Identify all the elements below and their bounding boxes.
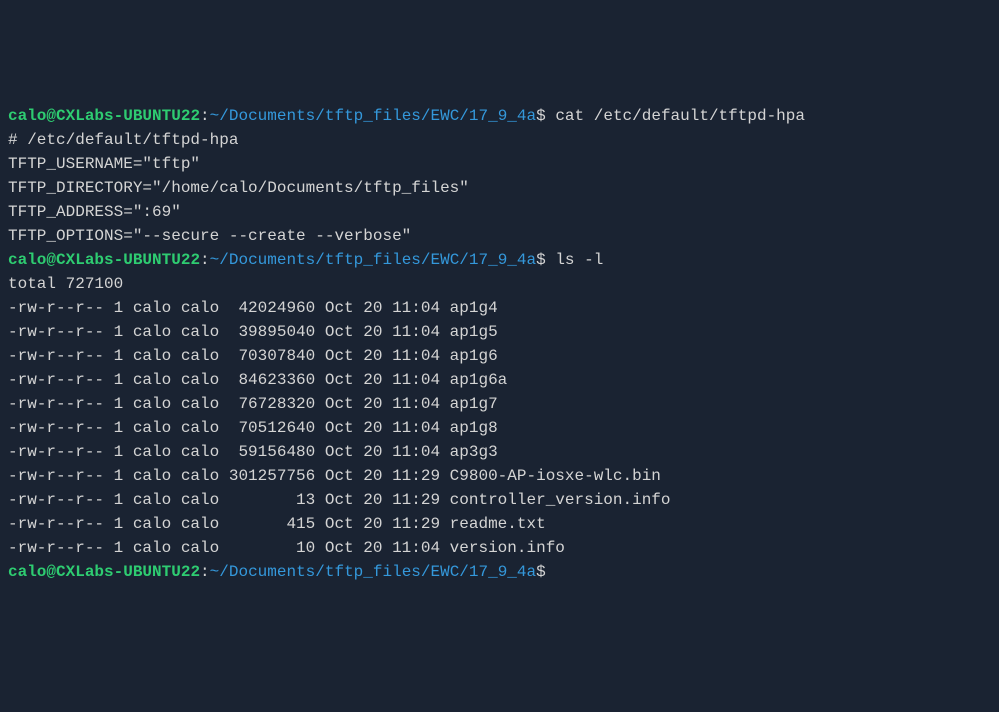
command-line-cat: calo@CXLabs-UBUNTU22:~/Documents/tftp_fi… [8,104,991,128]
prompt-dollar: $ [536,563,546,581]
prompt-at: @ [46,107,56,125]
cat-output-comment: # /etc/default/tftpd-hpa [8,128,991,152]
prompt-user: calo [8,107,46,125]
prompt-at: @ [46,251,56,269]
ls-row: -rw-r--r-- 1 calo calo 70307840 Oct 20 1… [8,344,991,368]
cat-output-directory: TFTP_DIRECTORY="/home/calo/Documents/tft… [8,176,991,200]
cat-output-address: TFTP_ADDRESS=":69" [8,200,991,224]
prompt-user: calo [8,563,46,581]
terminal-output[interactable]: calo@CXLabs-UBUNTU22:~/Documents/tftp_fi… [8,104,991,584]
prompt-path: ~/Documents/tftp_files/EWC/17_9_4a [210,251,536,269]
ls-row: -rw-r--r-- 1 calo calo 10 Oct 20 11:04 v… [8,536,991,560]
ls-row: -rw-r--r-- 1 calo calo 70512640 Oct 20 1… [8,416,991,440]
ls-row: -rw-r--r-- 1 calo calo 13 Oct 20 11:29 c… [8,488,991,512]
prompt-path: ~/Documents/tftp_files/EWC/17_9_4a [210,107,536,125]
cat-output-options: TFTP_OPTIONS="--secure --create --verbos… [8,224,991,248]
prompt-host: CXLabs-UBUNTU22 [56,563,200,581]
command-ls: ls -l [555,251,603,269]
prompt-path: ~/Documents/tftp_files/EWC/17_9_4a [210,563,536,581]
prompt-host: CXLabs-UBUNTU22 [56,107,200,125]
command-cat: cat /etc/default/tftpd-hpa [555,107,805,125]
ls-row: -rw-r--r-- 1 calo calo 42024960 Oct 20 1… [8,296,991,320]
cat-output-username: TFTP_USERNAME="tftp" [8,152,991,176]
ls-row: -rw-r--r-- 1 calo calo 301257756 Oct 20 … [8,464,991,488]
ls-row: -rw-r--r-- 1 calo calo 84623360 Oct 20 1… [8,368,991,392]
command-line-empty: calo@CXLabs-UBUNTU22:~/Documents/tftp_fi… [8,560,991,584]
prompt-dollar: $ [536,251,546,269]
prompt-colon: : [200,107,210,125]
prompt-at: @ [46,563,56,581]
prompt-colon: : [200,251,210,269]
ls-row: -rw-r--r-- 1 calo calo 415 Oct 20 11:29 … [8,512,991,536]
prompt-user: calo [8,251,46,269]
ls-row: -rw-r--r-- 1 calo calo 59156480 Oct 20 1… [8,440,991,464]
prompt-colon: : [200,563,210,581]
prompt-host: CXLabs-UBUNTU22 [56,251,200,269]
command-line-ls: calo@CXLabs-UBUNTU22:~/Documents/tftp_fi… [8,248,991,272]
ls-row: -rw-r--r-- 1 calo calo 39895040 Oct 20 1… [8,320,991,344]
ls-row: -rw-r--r-- 1 calo calo 76728320 Oct 20 1… [8,392,991,416]
ls-total: total 727100 [8,272,991,296]
prompt-dollar: $ [536,107,546,125]
